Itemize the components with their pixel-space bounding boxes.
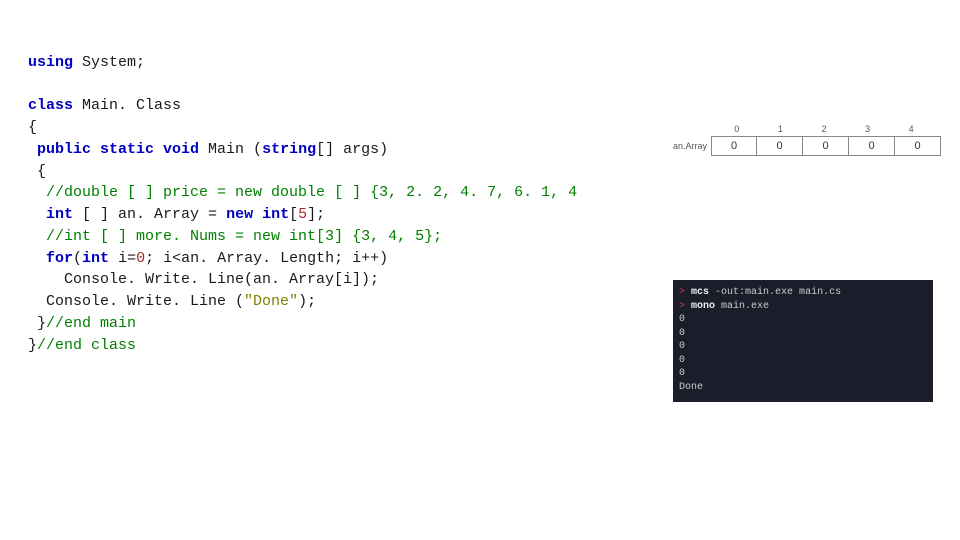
txt-ieq: i= (109, 250, 136, 267)
indent (28, 184, 46, 201)
terminal-output: 0 (679, 367, 929, 381)
kw-public-static-void: public static void (37, 141, 199, 158)
array-cell: 0 (711, 136, 757, 156)
array-cell: 0 (849, 136, 895, 156)
comment-morenums: //int [ ] more. Nums = new int[3] {3, 4,… (46, 228, 442, 245)
array-index: 4 (889, 124, 933, 134)
term-cmd-args: -out:main.exe main.cs (709, 287, 841, 298)
txt-writeline2: Console. Write. Line ( (28, 293, 244, 310)
terminal-output: Done (679, 381, 929, 395)
code-block: using System; class Main. Class { public… (28, 30, 586, 356)
kw-int: int (46, 206, 73, 223)
terminal-line: > mcs -out:main.exe main.cs (679, 286, 929, 300)
array-diagram: 0 1 2 3 4 an.Array 0 0 0 0 0 (673, 124, 933, 156)
array-cell: 0 (803, 136, 849, 156)
term-cmd-args: main.exe (715, 301, 769, 312)
brace-open-inner: { (28, 163, 46, 180)
bracket: [ (289, 206, 298, 223)
bracket-end: ]; (307, 206, 325, 223)
terminal-panel: > mcs -out:main.exe main.cs > mono main.… (673, 280, 933, 402)
str-done: "Done" (244, 293, 298, 310)
array-cell: 0 (895, 136, 941, 156)
txt-forcond: ; i<an. Array. Length; i++) (145, 250, 388, 267)
kw-for: for (46, 250, 73, 267)
prompt-icon: > (679, 287, 685, 298)
txt-system: System; (73, 54, 145, 71)
indent (28, 228, 46, 245)
array-cell: 0 (757, 136, 803, 156)
brace-close: } (28, 337, 37, 354)
txt-main: Main ( (199, 141, 262, 158)
array-row: an.Array 0 0 0 0 0 (673, 136, 933, 156)
array-label: an.Array (673, 141, 711, 151)
array-index: 2 (802, 124, 846, 134)
txt-anarray: [ ] an. Array = (73, 206, 226, 223)
array-index: 0 (715, 124, 759, 134)
indent (28, 206, 46, 223)
kw-newint: new int (226, 206, 289, 223)
kw-int2: int (82, 250, 109, 267)
array-indices-row: 0 1 2 3 4 (715, 124, 933, 134)
num-0: 0 (136, 250, 145, 267)
indent (28, 141, 37, 158)
txt-semicolon: ); (298, 293, 316, 310)
txt-writeline1: Console. Write. Line(an. Array[i]); (28, 271, 379, 288)
comment-endclass: //end class (37, 337, 136, 354)
comment-endmain: //end main (46, 315, 136, 332)
terminal-output: 0 (679, 354, 929, 368)
array-index: 1 (759, 124, 803, 134)
comment-double: //double [ ] price = new double [ ] {3, … (46, 184, 586, 201)
terminal-line: > mono main.exe (679, 300, 929, 314)
term-cmd: mono (691, 301, 715, 312)
brace-close-inner: } (28, 315, 46, 332)
kw-string: string (262, 141, 316, 158)
indent (28, 250, 46, 267)
terminal-output: 0 (679, 327, 929, 341)
txt-classname: Main. Class (73, 97, 181, 114)
term-cmd: mcs (691, 287, 709, 298)
txt-args: [] args) (316, 141, 388, 158)
num-5: 5 (298, 206, 307, 223)
terminal-output: 0 (679, 313, 929, 327)
terminal-output: 0 (679, 340, 929, 354)
kw-using: using (28, 54, 73, 71)
array-index: 3 (846, 124, 890, 134)
prompt-icon: > (679, 301, 685, 312)
array-cells: 0 0 0 0 0 (711, 136, 941, 156)
kw-class: class (28, 97, 73, 114)
paren: ( (73, 250, 82, 267)
brace-open: { (28, 119, 37, 136)
